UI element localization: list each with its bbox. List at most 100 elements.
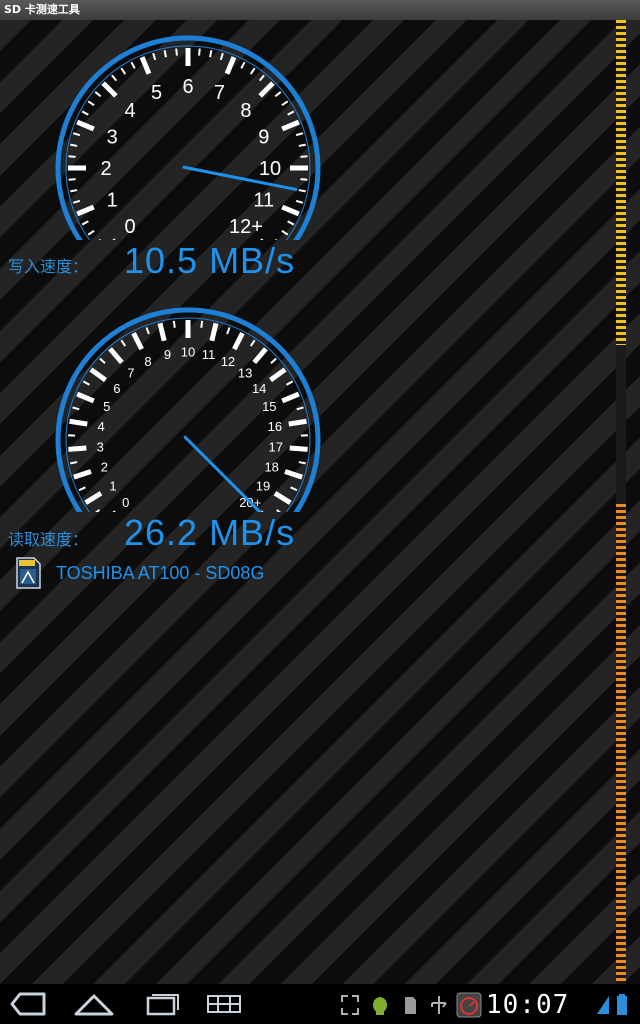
write-gauge-minor-tick xyxy=(249,67,256,75)
write-gauge-minor-tick xyxy=(94,91,102,98)
write-gauge-tick-label: 2 xyxy=(100,158,111,180)
read-gauge-major-tick xyxy=(284,469,303,480)
write-gauge-minor-tick xyxy=(68,178,76,181)
write-speed-value: 10.5 MB/s xyxy=(124,240,296,281)
recent-apps-icon xyxy=(146,994,179,1016)
read-gauge-minor-tick xyxy=(78,486,86,492)
write-gauge-tick-label: 0 xyxy=(124,216,135,238)
read-gauge-minor-tick xyxy=(270,357,277,365)
write-gauge-minor-tick xyxy=(281,229,289,236)
read-gauge-tick-label: 16 xyxy=(268,419,282,434)
write-gauge-major-tick xyxy=(281,119,300,132)
app-notification-icon[interactable] xyxy=(456,992,482,1018)
write-gauge-minor-tick xyxy=(209,50,213,58)
write-gauge-tick-label: 8 xyxy=(240,100,251,122)
write-gauge-minor-tick xyxy=(70,189,78,193)
read-gauge-major-tick xyxy=(209,322,219,342)
window-title: SD 卡测速工具 xyxy=(0,0,640,20)
read-gauge-major-tick xyxy=(273,491,292,505)
read-gauge-major-tick xyxy=(269,367,287,383)
write-gauge-tick-label: 11 xyxy=(253,189,274,211)
write-gauge-minor-tick xyxy=(258,74,265,82)
menu-button[interactable] xyxy=(200,990,248,1018)
read-gauge-minor-tick xyxy=(72,406,80,411)
read-gauge-tick-label: 0 xyxy=(122,495,129,510)
read-history-bar xyxy=(616,504,626,1004)
home-icon xyxy=(74,994,114,1016)
read-gauge-tick-label: 3 xyxy=(97,439,104,454)
read-gauge-tick-label: 9 xyxy=(164,347,171,362)
read-speed-label: 读取速度： xyxy=(8,530,89,549)
write-speed-gauge: 0 1 2 3 4 5 6 7 8 9 10 11 12+ xyxy=(50,30,326,240)
write-gauge-tick-label: 3 xyxy=(107,127,118,149)
wifi-signal-icon xyxy=(597,996,609,1014)
read-gauge-tick-label: 1 xyxy=(109,479,116,494)
fullscreen-icon[interactable] xyxy=(340,994,360,1016)
read-gauge-minor-tick xyxy=(95,509,100,512)
read-gauge-major-tick xyxy=(68,445,87,452)
android-debug-icon xyxy=(373,997,387,1015)
read-gauge-tick-label: 6 xyxy=(113,381,120,396)
read-gauge-major-tick xyxy=(108,347,124,365)
read-gauge-major-tick xyxy=(76,391,95,404)
write-history-bar xyxy=(616,20,626,345)
write-gauge-minor-tick xyxy=(111,74,118,82)
write-gauge-minor-tick xyxy=(300,155,308,158)
sd-card-icon xyxy=(16,557,41,589)
write-gauge-minor-tick xyxy=(130,61,136,69)
read-gauge-minor-tick xyxy=(172,320,176,328)
write-gauge-minor-tick xyxy=(274,91,282,98)
read-gauge-minor-tick xyxy=(226,327,231,335)
read-gauge-tick-label: 17 xyxy=(268,439,282,454)
write-gauge-minor-tick xyxy=(72,199,81,204)
write-gauge-major-tick xyxy=(281,204,300,217)
write-gauge-tick-label: 7 xyxy=(214,82,225,104)
write-gauge-major-tick xyxy=(76,119,95,132)
write-gauge-major-tick xyxy=(139,56,152,75)
write-speed-label: 写入速度： xyxy=(8,257,89,276)
menu-icon xyxy=(207,995,241,1013)
write-gauge-minor-tick xyxy=(175,48,178,56)
read-gauge-tick-label: 14 xyxy=(252,381,266,396)
read-gauge-tick-label: 11 xyxy=(202,347,216,362)
write-gauge-tick-label: 1 xyxy=(107,189,118,211)
card-name: TOSHIBA AT100 - SD08G xyxy=(56,562,265,583)
read-gauge-minor-tick xyxy=(298,461,306,465)
read-gauge-tick-label: 5 xyxy=(103,399,110,414)
write-gauge-minor-tick xyxy=(219,52,224,61)
read-gauge-major-tick xyxy=(89,367,107,383)
write-gauge-minor-tick xyxy=(287,220,295,226)
read-gauge-tick-label: 13 xyxy=(238,366,252,381)
write-gauge-minor-tick xyxy=(81,220,89,226)
recent-apps-button[interactable] xyxy=(138,990,186,1018)
home-button[interactable] xyxy=(70,990,118,1018)
read-gauge-tick-label: 12 xyxy=(221,354,235,369)
write-gauge-minor-tick xyxy=(81,110,89,116)
write-gauge-major-tick xyxy=(224,56,237,75)
write-gauge-minor-tick xyxy=(152,52,157,61)
read-gauge-minor-tick xyxy=(200,320,204,328)
back-icon xyxy=(10,992,46,1016)
write-gauge-minor-tick xyxy=(295,132,304,137)
speed-history-sidebar xyxy=(616,20,626,1004)
write-gauge-major-tick xyxy=(258,81,275,98)
read-gauge-major-tick xyxy=(131,331,144,351)
write-gauge-minor-tick xyxy=(295,199,304,204)
read-speed-value: 26.2 MB/s xyxy=(124,512,296,553)
write-gauge-minor-tick xyxy=(87,229,95,236)
back-button[interactable] xyxy=(6,990,54,1018)
read-gauge-minor-tick xyxy=(82,380,90,386)
clock[interactable]: 10:07 xyxy=(486,990,569,1020)
write-gauge-minor-tick xyxy=(240,61,246,69)
write-gauge-outer-arc xyxy=(55,35,321,240)
read-gauge-major-tick xyxy=(281,391,300,404)
read-gauge-tick-label: 15 xyxy=(262,399,276,414)
read-gauge-major-tick xyxy=(73,469,92,480)
read-gauge-major-tick xyxy=(288,418,307,427)
write-gauge-tick-label: 6 xyxy=(182,76,193,98)
read-gauge-outer-arc xyxy=(55,307,321,512)
read-gauge-minor-tick xyxy=(249,339,256,347)
read-speed-gauge: 01234567891011121314151617181920+ xyxy=(50,302,326,512)
read-gauge-major-tick xyxy=(84,491,103,505)
read-gauge-minor-tick xyxy=(145,327,150,335)
